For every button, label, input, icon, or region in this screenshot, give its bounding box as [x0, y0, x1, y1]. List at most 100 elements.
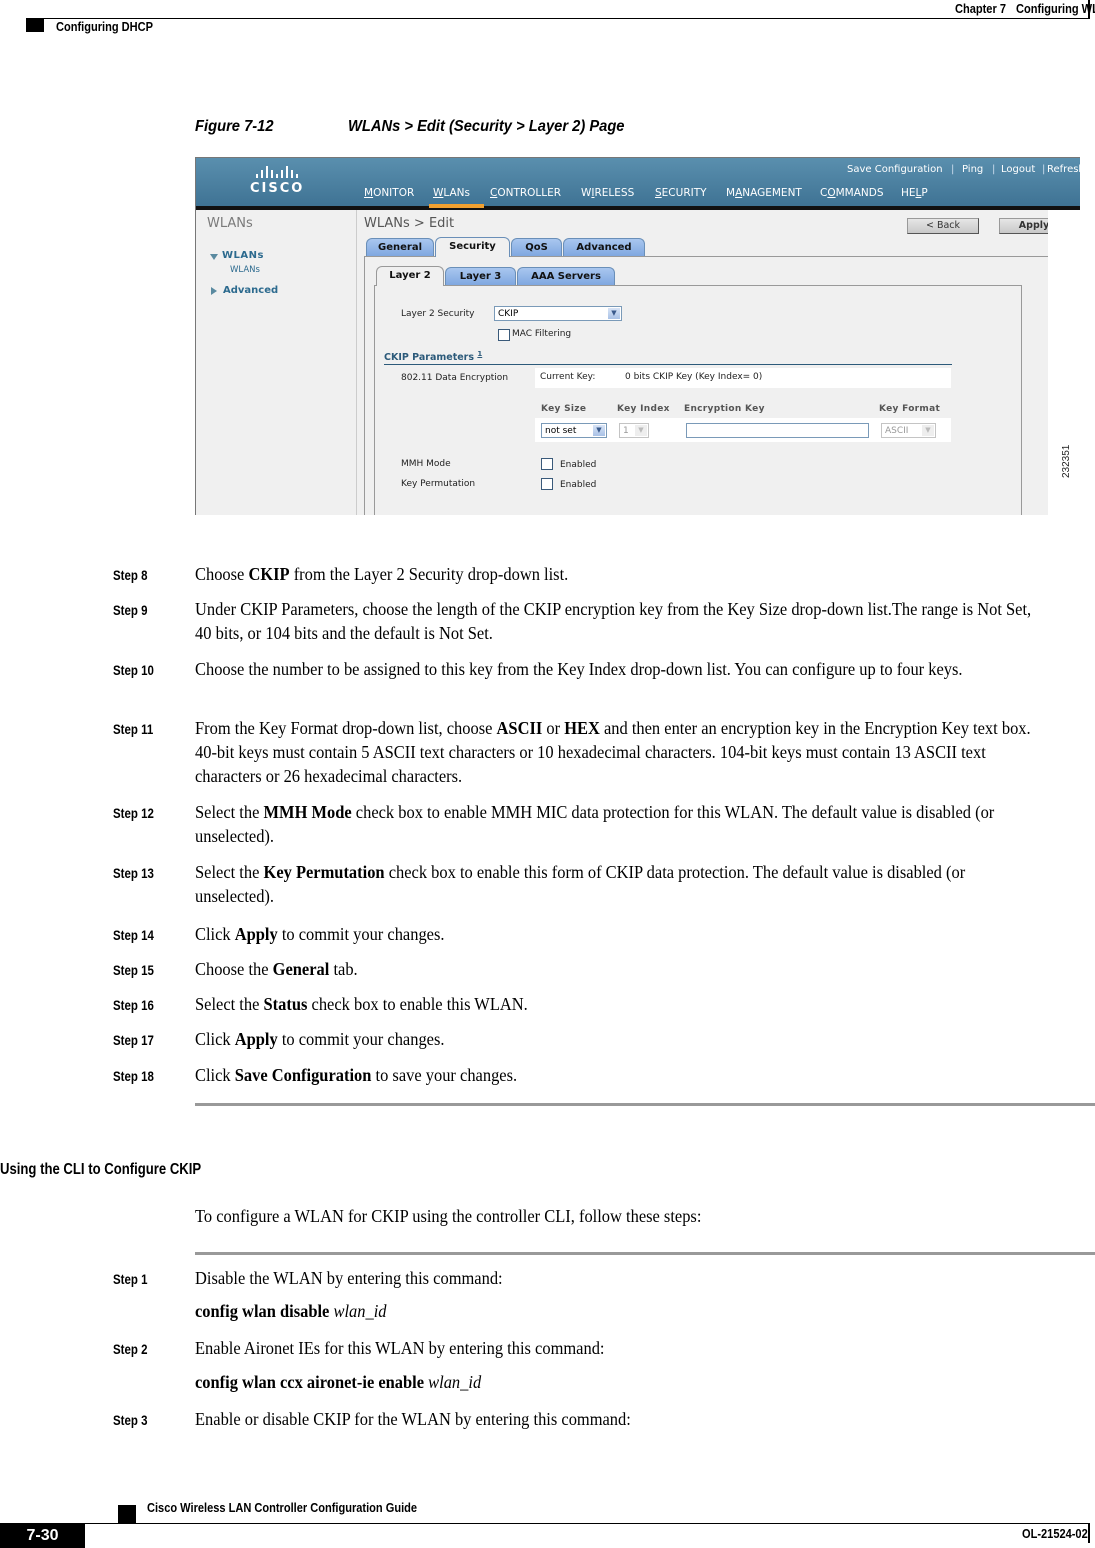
nav-security[interactable]: SECURITY — [655, 187, 707, 199]
step-emphasis: General — [272, 959, 330, 979]
step-fragment: check box to enable this WLAN. — [307, 994, 528, 1014]
step-text: Click Apply to commit your changes. — [195, 1027, 1041, 1051]
mac-filtering-checkbox[interactable] — [498, 329, 510, 341]
key-index-select[interactable]: 1 ▼ — [619, 423, 649, 438]
step-text: Click Apply to commit your changes. — [195, 922, 1041, 946]
cli-step-text: Enable Aironet IEs for this WLAN by ente… — [195, 1338, 605, 1358]
tab-security[interactable]: Security — [435, 237, 510, 257]
ckip-parameters-title: CKIP Parameters 1 — [384, 350, 483, 364]
key-format-select[interactable]: ASCII ▼ — [881, 423, 936, 438]
figure-title: WLANs > Edit (Security > Layer 2) Page — [348, 118, 625, 135]
nav-wireless[interactable]: WIRELESS — [581, 187, 634, 199]
nav-commands[interactable]: COMMANDS — [820, 187, 884, 199]
footer-tick — [1088, 1523, 1090, 1543]
data-encryption-label: 802.11 Data Encryption — [401, 373, 509, 383]
step-label: Step 11 — [113, 721, 154, 737]
step-emphasis: Key Permutation — [263, 862, 385, 882]
back-button[interactable]: < Back — [907, 218, 979, 234]
layer2-security-select[interactable]: CKIP ▼ — [494, 306, 622, 321]
step-emphasis: ASCII — [496, 718, 543, 738]
page-number: 7-30 — [0, 1523, 85, 1548]
step-fragment: Select the — [195, 994, 264, 1014]
ping-link[interactable]: Ping — [962, 164, 983, 175]
header-section: Configuring DHCP — [56, 19, 153, 34]
sidebar-item-advanced[interactable]: Advanced — [223, 285, 278, 296]
step-text: Choose the number to be assigned to this… — [195, 657, 1041, 681]
cli-command: config wlan disable wlan_id — [195, 1301, 387, 1321]
step-label: Step 10 — [113, 662, 154, 678]
key-permutation-checkbox[interactable] — [541, 478, 553, 490]
step-label: Step 9 — [113, 602, 148, 618]
nav-controller[interactable]: CONTROLLER — [490, 187, 561, 199]
layer2-security-label: Layer 2 Security — [401, 309, 475, 319]
steps-start-rule — [195, 1252, 1095, 1255]
tab-general[interactable]: General — [366, 238, 434, 256]
expand-right-icon[interactable] — [211, 287, 217, 295]
tab-qos[interactable]: QoS — [511, 238, 562, 256]
top-link-separator: | — [951, 164, 955, 175]
refresh-link[interactable]: Refresh — [1047, 164, 1080, 175]
step-fragment: Click — [195, 1065, 235, 1085]
encryption-key-input[interactable] — [686, 423, 869, 438]
step-fragment: Select the — [195, 802, 264, 822]
col-encryption-key: Encryption Key — [684, 404, 765, 414]
step-emphasis: Status — [263, 994, 308, 1014]
sidebar-item-wlans[interactable]: WLANs — [222, 250, 264, 261]
step-label: Step 18 — [113, 1068, 154, 1084]
step-fragment: to save your changes. — [371, 1065, 518, 1085]
subtab-aaa-servers[interactable]: AAA Servers — [517, 267, 615, 285]
header-chapter-title: Configuring WLANs — [1016, 1, 1095, 16]
sidebar-title: WLANs — [207, 216, 253, 231]
chevron-down-icon: ▼ — [635, 425, 647, 436]
nav-monitor[interactable]: MONITOR — [364, 187, 414, 199]
tab-advanced[interactable]: Advanced — [563, 238, 645, 256]
current-key-value: 0 bits CKIP Key (Key Index= 0) — [625, 372, 763, 382]
mmh-mode-label: MMH Mode — [401, 459, 451, 469]
key-permutation-option: Enabled — [560, 480, 597, 490]
chevron-down-icon: ▼ — [922, 425, 934, 436]
nav-help[interactable]: HELP — [901, 187, 928, 199]
cli-step-label: Step 2 — [113, 1341, 148, 1357]
section-divider — [384, 364, 952, 365]
logout-link[interactable]: Logout — [1001, 164, 1035, 175]
cli-step-text: Enable or disable CKIP for the WLAN by e… — [195, 1409, 631, 1429]
key-format-value: ASCII — [885, 426, 909, 436]
step-text: From the Key Format drop-down list, choo… — [195, 716, 1041, 788]
cli-command: config wlan ccx aironet-ie enable wlan_i… — [195, 1372, 482, 1392]
mmh-mode-checkbox[interactable] — [541, 458, 553, 470]
step-label: Step 15 — [113, 962, 154, 978]
expand-down-icon[interactable] — [210, 254, 218, 260]
key-index-value: 1 — [623, 426, 629, 436]
step-fragment: Select the — [195, 862, 264, 882]
step-fragment: Choose — [195, 564, 249, 584]
steps-end-rule — [195, 1103, 1095, 1106]
subtab-layer2[interactable]: Layer 2 — [376, 266, 444, 286]
header-chapter: Chapter 7 — [955, 1, 1006, 16]
top-link-separator: | — [1042, 164, 1046, 175]
footer-rule — [85, 1523, 1090, 1524]
step-label: Step 13 — [113, 865, 154, 881]
nav-management[interactable]: MANAGEMENT — [726, 187, 802, 199]
cli-step-text: Disable the WLAN by entering this comman… — [195, 1268, 503, 1288]
footnote-link[interactable]: 1 — [477, 350, 482, 358]
figure-number: Figure 7-12 — [195, 118, 274, 135]
save-configuration-link[interactable]: Save Configuration — [847, 164, 943, 175]
step-emphasis: MMH Mode — [263, 802, 352, 822]
key-permutation-label: Key Permutation — [401, 479, 476, 489]
subtab-layer3[interactable]: Layer 3 — [445, 267, 516, 285]
step-fragment: Click — [195, 1029, 235, 1049]
step-fragment: from the Layer 2 Security drop-down list… — [289, 564, 569, 584]
step-fragment: Under CKIP Parameters, choose the length… — [195, 599, 1032, 643]
step-label: Step 17 — [113, 1032, 154, 1048]
nav-wlans[interactable]: WLANs — [433, 187, 470, 199]
mmh-mode-option: Enabled — [560, 460, 597, 470]
sidebar-subitem-wlans[interactable]: WLANs — [230, 265, 260, 275]
col-key-index: Key Index — [617, 404, 670, 414]
step-fragment: or — [542, 718, 565, 738]
step-text: Under CKIP Parameters, choose the length… — [195, 597, 1041, 645]
key-size-select[interactable]: not set ▼ — [541, 423, 607, 438]
step-text: Select the Key Permutation check box to … — [195, 860, 1041, 908]
step-text: Select the MMH Mode check box to enable … — [195, 800, 1041, 848]
current-key-label: Current Key: — [540, 372, 596, 382]
step-fragment: From the Key Format drop-down list, choo… — [195, 718, 497, 738]
